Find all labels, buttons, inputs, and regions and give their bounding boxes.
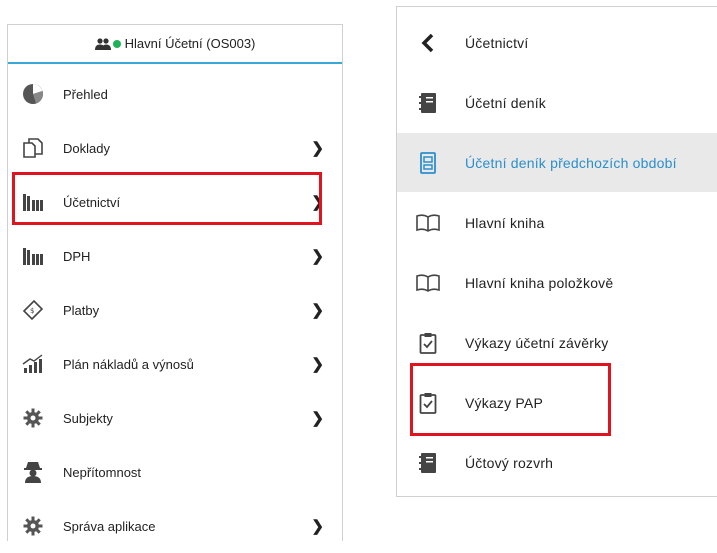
journal-icon — [415, 450, 441, 476]
documents-icon — [22, 137, 44, 159]
gear-icon — [22, 407, 44, 429]
menu-item-label: Subjekty — [63, 410, 113, 426]
chevron-right-icon: ❯ — [311, 248, 324, 265]
menu-item-prehled[interactable]: Přehled — [8, 67, 342, 121]
books-icon — [22, 245, 44, 267]
submenu-item-label: Účetní deník předchozích období — [465, 154, 677, 171]
current-user-label: Hlavní Účetní (OS003) — [124, 36, 256, 51]
clipboard-check-icon — [415, 330, 441, 356]
back-button[interactable]: Účetnictví — [397, 13, 717, 72]
menu-item-dph[interactable]: DPH ❯ — [8, 229, 342, 283]
back-label: Účetnictví — [465, 34, 529, 51]
chevron-left-icon — [415, 30, 441, 56]
submenu-item-label: Účetní deník — [465, 94, 546, 111]
submenu-item-ucetni-denik[interactable]: Účetní deník — [397, 73, 717, 132]
highlight-vykazy-pap — [410, 363, 611, 436]
menu-item-label: Plán nákladů a výnosů — [63, 356, 194, 372]
payment-ticket-icon: $ — [22, 299, 44, 321]
submenu-item-ucetni-denik-predchozich[interactable]: Účetní deník předchozích období — [397, 133, 717, 192]
menu-item-label: Správa aplikace — [63, 518, 156, 534]
menu-item-label: DPH — [63, 248, 91, 264]
menu-item-platby[interactable]: $ Platby ❯ — [8, 283, 342, 337]
chevron-right-icon: ❯ — [311, 410, 324, 427]
chevron-right-icon: ❯ — [311, 140, 324, 157]
online-status-icon — [112, 39, 121, 48]
submenu-item-label: Účtový rozvrh — [465, 454, 554, 471]
submenu-item-label: Výkazy účetní závěrky — [465, 334, 609, 351]
open-book-icon — [415, 270, 441, 296]
spy-icon — [22, 461, 44, 483]
chevron-right-icon: ❯ — [311, 518, 324, 535]
menu-item-subjekty[interactable]: Subjekty ❯ — [8, 391, 342, 445]
submenu-item-hlavni-kniha-polozkove[interactable]: Hlavní kniha položkově — [397, 253, 717, 312]
submenu-item-uctovy-rozvrh[interactable]: Účtový rozvrh — [397, 433, 717, 492]
pie-chart-icon — [22, 83, 44, 105]
growth-chart-icon — [22, 353, 44, 375]
chevron-right-icon: ❯ — [311, 302, 324, 319]
chevron-right-icon: ❯ — [311, 356, 324, 373]
menu-item-nepritomnost[interactable]: Nepřítomnost — [8, 445, 342, 499]
menu-item-sprava[interactable]: Správa aplikace ❯ — [8, 499, 342, 553]
users-icon — [94, 37, 111, 50]
menu-item-plan[interactable]: Plán nákladů a výnosů ❯ — [8, 337, 342, 391]
menu-item-doklady[interactable]: Doklady ❯ — [8, 121, 342, 175]
menu-item-label: Platby — [63, 302, 100, 318]
archive-journal-icon — [415, 150, 441, 176]
menu-item-label: Přehled — [63, 86, 108, 102]
submenu-item-label: Hlavní kniha položkově — [465, 274, 614, 291]
user-header: Hlavní Účetní (OS003) — [8, 25, 342, 64]
submenu-item-hlavni-kniha[interactable]: Hlavní kniha — [397, 193, 717, 252]
highlight-ucetnictvi — [12, 172, 322, 225]
main-menu-panel: Hlavní Účetní (OS003) Přehled Doklady ❯ … — [7, 24, 343, 541]
menu-item-label: Nepřítomnost — [63, 464, 142, 480]
menu-item-label: Doklady — [63, 140, 110, 156]
svg-text:$: $ — [30, 307, 34, 315]
open-book-icon — [415, 210, 441, 236]
submenu-item-label: Hlavní kniha — [465, 214, 545, 231]
gear-icon — [22, 515, 44, 537]
journal-icon — [415, 90, 441, 116]
